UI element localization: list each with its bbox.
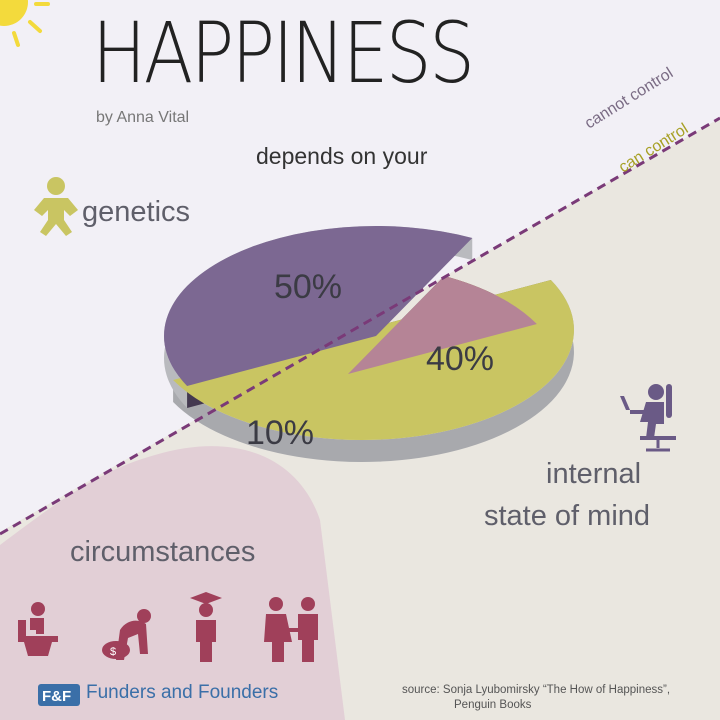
svg-text:F&F: F&F	[42, 688, 71, 705]
brand-logo-icon: F&F	[38, 684, 80, 706]
circumstances-region	[0, 446, 345, 720]
svg-text:$: $	[110, 646, 116, 658]
state-of-mind-label: state of mind	[484, 500, 651, 532]
genetics-label: genetics	[82, 196, 191, 228]
internal-label: internal	[546, 458, 642, 490]
byline: by Anna Vital	[96, 109, 190, 126]
page-title: HAPPINESS	[92, 4, 475, 102]
brand-name: Funders and Founders	[86, 682, 279, 703]
source-line-1: source: Sonja Lyubomirsky “The How of Ha…	[402, 684, 671, 696]
subtitle: depends on your	[256, 143, 428, 169]
pie-label-genetics: 50%	[274, 268, 342, 306]
infographic: 50% 40% 10% $ F&F HAPPINESS by Anna Vita…	[0, 0, 720, 720]
pie-label-internal-state-of-mind: 40%	[426, 340, 494, 378]
sun-icon	[0, 0, 50, 47]
baby-icon	[34, 177, 78, 236]
circumstances-label: circumstances	[70, 536, 256, 568]
source-line-2: Penguin Books	[454, 699, 532, 711]
pie-label-circumstances: 10%	[246, 414, 314, 452]
